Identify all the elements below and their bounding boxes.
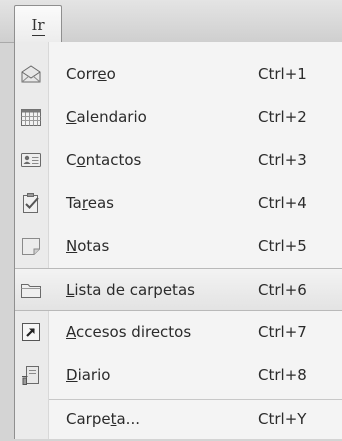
tasks-icon <box>23 193 39 213</box>
menu-item-label: Lista de carpetas <box>66 281 195 299</box>
menu-item-correo[interactable]: Correo Ctrl+1 <box>15 53 342 96</box>
menu-item-shortcut: Ctrl+Y <box>258 410 307 428</box>
menu-item-label: Accesos directos <box>66 323 192 341</box>
menu-item-tareas[interactable]: Tareas Ctrl+4 <box>15 182 342 225</box>
menu-item-diario[interactable]: Diario Ctrl+8 <box>15 354 342 397</box>
journal-icon <box>22 366 39 385</box>
menu-item-shortcut: Ctrl+2 <box>258 108 307 126</box>
contacts-icon <box>21 153 41 167</box>
menu-item-shortcut: Ctrl+5 <box>258 237 307 255</box>
menu-bar: Ir <box>0 0 342 43</box>
menu-item-label: Carpeta... <box>66 410 140 428</box>
menu-item-contactos[interactable]: Contactos Ctrl+3 <box>15 139 342 182</box>
menu-item-shortcut: Ctrl+6 <box>258 281 307 299</box>
folder-list-icon <box>21 284 41 298</box>
menu-item-label: Correo <box>66 65 116 83</box>
calendar-icon <box>21 109 41 126</box>
menu-item-carpeta[interactable]: Carpeta... Ctrl+Y <box>15 398 342 441</box>
menu-item-label: Contactos <box>66 151 142 169</box>
menu-item-shortcut: Ctrl+8 <box>258 366 307 384</box>
menu-item-lista-de-carpetas[interactable]: Lista de carpetas Ctrl+6 <box>15 268 342 311</box>
menu-item-notas[interactable]: Notas Ctrl+5 <box>15 225 342 268</box>
menu-item-label: Diario <box>66 366 111 384</box>
menu-item-label: Tareas <box>66 194 114 212</box>
menu-item-shortcut: Ctrl+3 <box>258 151 307 169</box>
menu-item-shortcut: Ctrl+1 <box>258 65 307 83</box>
menu-item-label: Calendario <box>66 108 147 126</box>
menu-item-calendario[interactable]: Calendario Ctrl+2 <box>15 96 342 139</box>
mail-icon <box>21 65 41 83</box>
menu-item-label: Notas <box>66 237 110 255</box>
ir-dropdown-menu: Correo Ctrl+1 Calendario Ctrl+2 Contacto… <box>14 42 342 439</box>
notes-icon <box>22 238 40 255</box>
menu-item-shortcut: Ctrl+7 <box>258 323 307 341</box>
menu-item-accesos-directos[interactable]: Accesos directos Ctrl+7 <box>15 311 342 354</box>
menu-ir-label: Ir <box>15 16 61 36</box>
menu-ir-button[interactable]: Ir <box>14 5 62 43</box>
shortcut-icon <box>22 323 40 341</box>
menu-item-shortcut: Ctrl+4 <box>258 194 307 212</box>
